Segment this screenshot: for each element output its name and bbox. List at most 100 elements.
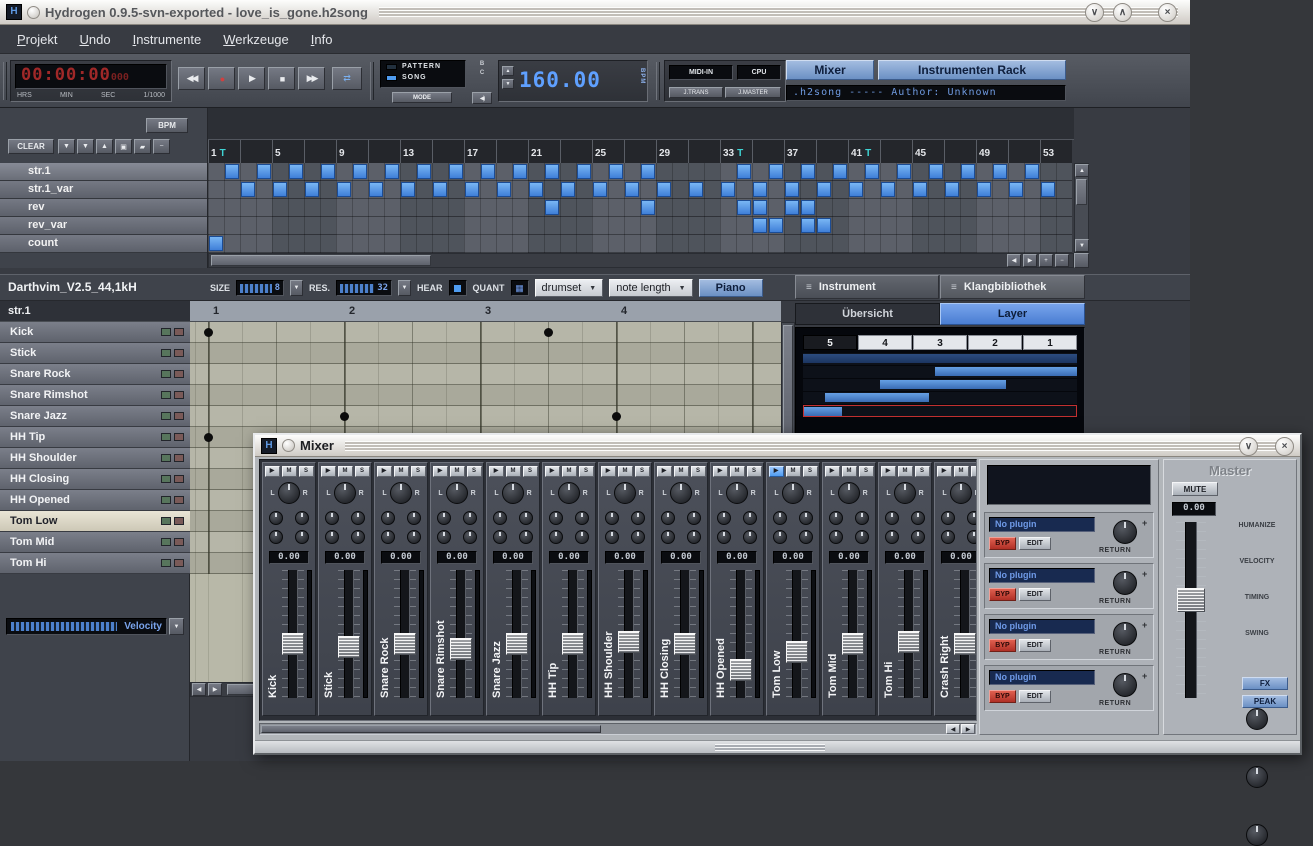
strip-fader-handle[interactable] xyxy=(954,633,976,655)
jack-transport-button[interactable]: J.TRANS xyxy=(669,87,723,98)
fx-bypass-button[interactable]: BYP xyxy=(989,639,1016,652)
fx-send-knob[interactable] xyxy=(911,530,925,544)
song-cell[interactable] xyxy=(753,182,767,197)
song-cell[interactable] xyxy=(465,182,479,197)
song-cell[interactable] xyxy=(209,236,223,251)
fx-send-knob[interactable] xyxy=(493,530,507,544)
fx-send-knob[interactable] xyxy=(717,530,731,544)
song-vertical-scrollbar[interactable]: ▲ ▼ xyxy=(1074,163,1089,253)
pan-knob[interactable] xyxy=(782,482,804,504)
fx-send-knob[interactable] xyxy=(885,530,899,544)
toolbar-grip[interactable] xyxy=(3,62,7,100)
fx-bypass-button[interactable]: BYP xyxy=(989,588,1016,601)
hear-toggle[interactable] xyxy=(449,280,467,296)
instrument-mute-led[interactable] xyxy=(161,433,171,441)
fx-send-knob[interactable] xyxy=(381,530,395,544)
master-fader-handle[interactable] xyxy=(1177,588,1205,612)
strip-mute-button[interactable]: M xyxy=(450,466,465,477)
window-menu-button[interactable] xyxy=(27,6,40,19)
resolution-dropdown-button[interactable]: ▼ xyxy=(398,280,411,296)
song-cell[interactable] xyxy=(577,164,591,179)
fx-send-knob[interactable] xyxy=(773,530,787,544)
song-cell[interactable] xyxy=(321,164,335,179)
song-cell[interactable] xyxy=(913,182,927,197)
fx-send-knob[interactable] xyxy=(799,530,813,544)
strip-solo-button[interactable]: S xyxy=(747,466,762,477)
strip-fader[interactable] xyxy=(786,570,808,698)
strip-fader[interactable] xyxy=(674,570,696,698)
fx-send-knob[interactable] xyxy=(295,511,309,525)
instrument-mute-led[interactable] xyxy=(161,412,171,420)
fx-send-knob[interactable] xyxy=(549,511,563,525)
strip-play-button[interactable]: ▶ xyxy=(545,466,560,477)
pattern-row-rev_var[interactable]: rev_var xyxy=(0,217,207,235)
strip-fader[interactable] xyxy=(450,570,472,698)
instrument-row-stick[interactable]: Stick xyxy=(0,343,190,364)
strip-fader-handle[interactable] xyxy=(674,633,696,655)
song-cell[interactable] xyxy=(1041,182,1055,197)
maximize-button[interactable]: ∧ xyxy=(1113,3,1132,22)
zoom-out-button[interactable]: − xyxy=(1055,254,1069,267)
menu-instrumente[interactable]: Instrumente xyxy=(122,27,213,52)
song-cell[interactable] xyxy=(545,164,559,179)
fx-send-knob[interactable] xyxy=(855,511,869,525)
close-button[interactable]: × xyxy=(1275,437,1294,456)
song-cell[interactable] xyxy=(257,164,271,179)
fx-send-knob[interactable] xyxy=(911,511,925,525)
instrument-row-hh-opened[interactable]: HH Opened xyxy=(0,490,190,511)
strip-solo-button[interactable]: S xyxy=(299,466,314,477)
strip-mute-button[interactable]: M xyxy=(562,466,577,477)
song-cell[interactable] xyxy=(689,182,703,197)
strip-solo-button[interactable]: S xyxy=(691,466,706,477)
ruler-label[interactable]: 5 xyxy=(275,148,281,159)
size-dropdown-button[interactable]: ▼ xyxy=(290,280,303,296)
strip-fader-handle[interactable] xyxy=(730,659,752,681)
song-cell[interactable] xyxy=(657,182,671,197)
song-cell[interactable] xyxy=(881,182,895,197)
pan-knob[interactable] xyxy=(558,482,580,504)
song-cell[interactable] xyxy=(897,164,911,179)
scroll-up-button[interactable]: ▲ xyxy=(1075,164,1089,177)
song-horizontal-scrollbar[interactable]: ◀ ▶ + − xyxy=(208,253,1074,268)
layer-tab-5[interactable]: 5 xyxy=(803,335,857,350)
song-cell[interactable] xyxy=(849,182,863,197)
ruler-label[interactable]: 41T xyxy=(851,148,871,159)
resolution-display[interactable]: 32 xyxy=(336,280,392,296)
fx-send-knob[interactable] xyxy=(967,511,977,525)
song-cell[interactable] xyxy=(961,164,975,179)
strip-mute-button[interactable]: M xyxy=(674,466,689,477)
show-fx-button[interactable]: FX xyxy=(1242,677,1288,690)
strip-solo-button[interactable]: S xyxy=(859,466,874,477)
fx-send-knob[interactable] xyxy=(717,511,731,525)
humanize-velocity-knob[interactable] xyxy=(1246,708,1268,730)
shade-button[interactable]: ∨ xyxy=(1085,3,1104,22)
instrument-solo-led[interactable] xyxy=(174,496,184,504)
song-cell[interactable] xyxy=(801,200,815,215)
fx-send-knob[interactable] xyxy=(799,511,813,525)
song-cell[interactable] xyxy=(481,164,495,179)
strip-play-button[interactable]: ▶ xyxy=(489,466,504,477)
fx-edit-button[interactable]: EDIT xyxy=(1019,588,1051,601)
window-menu-button[interactable] xyxy=(282,439,295,452)
fx-send-knob[interactable] xyxy=(437,530,451,544)
song-cell[interactable] xyxy=(785,200,799,215)
layer-tab-3[interactable]: 3 xyxy=(913,335,967,350)
layer-bar-row[interactable] xyxy=(803,366,1077,378)
song-cell[interactable] xyxy=(785,182,799,197)
ruler-label[interactable]: 49 xyxy=(979,148,990,159)
scroll-right-button[interactable]: ▶ xyxy=(208,683,222,696)
fx-send-knob[interactable] xyxy=(661,530,675,544)
timeline-bpm-button[interactable]: BPM xyxy=(146,118,188,133)
fx-send-knob[interactable] xyxy=(575,511,589,525)
fx-send-knob[interactable] xyxy=(575,530,589,544)
song-cell[interactable] xyxy=(625,182,639,197)
layer-bar-row[interactable] xyxy=(803,379,1077,391)
fx-send-knob[interactable] xyxy=(437,511,451,525)
song-cell[interactable] xyxy=(817,182,831,197)
instrument-row-hh-closing[interactable]: HH Closing xyxy=(0,469,190,490)
strip-play-button[interactable]: ▶ xyxy=(377,466,392,477)
fx-send-knob[interactable] xyxy=(967,530,977,544)
strip-fader[interactable] xyxy=(282,570,304,698)
fx-edit-button[interactable]: EDIT xyxy=(1019,537,1051,550)
scroll-down-button[interactable]: ▼ xyxy=(1075,239,1089,252)
